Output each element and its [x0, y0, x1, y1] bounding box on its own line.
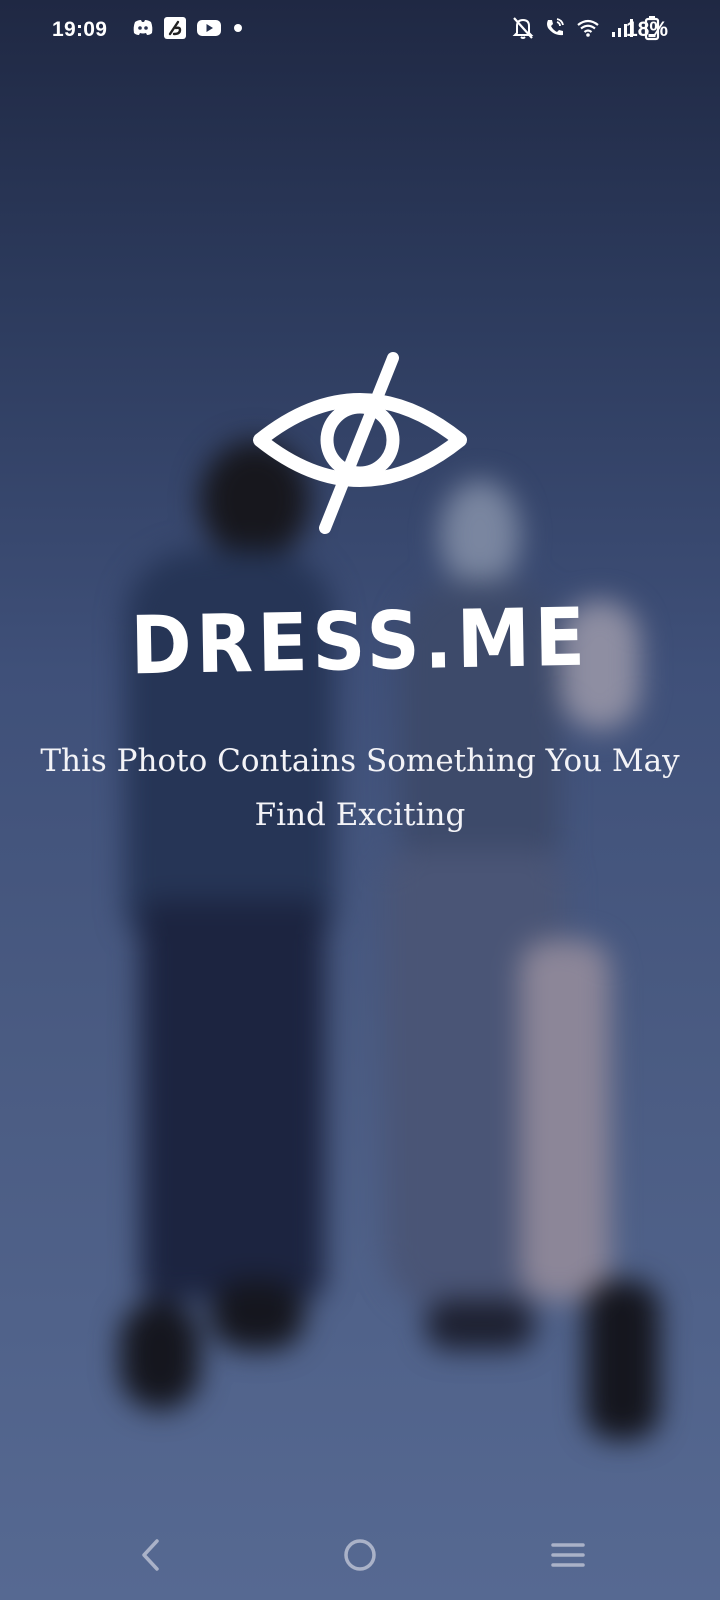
status-bar: 19:09 18% [0, 0, 720, 60]
youtube-icon [196, 18, 222, 44]
nav-back-button[interactable] [127, 1530, 177, 1580]
splash-tagline: This Photo Contains Something You May Fi… [40, 743, 680, 833]
nav-home-button[interactable] [335, 1530, 385, 1580]
status-time: 19:09 [52, 18, 108, 41]
discord-icon [132, 18, 154, 44]
splash-content: DRESS.ME This Photo Contains Something Y… [0, 350, 720, 842]
system-navigation-bar [0, 1510, 720, 1600]
app-b-icon [163, 16, 187, 46]
nav-recents-button[interactable] [543, 1530, 593, 1580]
home-circle-icon [344, 1539, 376, 1571]
menu-lines-icon [551, 1543, 585, 1567]
crossed-eye-icon [253, 352, 467, 534]
battery-percentage: 18% [625, 18, 668, 41]
wifi-calling-icon [544, 16, 566, 46]
dot-icon [231, 18, 245, 44]
back-chevron-icon [142, 1539, 159, 1571]
bell-off-icon [512, 16, 534, 46]
brand-wordmark: DRESS.ME [129, 590, 591, 693]
wifi-icon [576, 17, 600, 45]
splash-screen: 19:09 18% DRESS.ME This Photo Contains S… [0, 0, 720, 1600]
notification-icons [132, 16, 245, 46]
